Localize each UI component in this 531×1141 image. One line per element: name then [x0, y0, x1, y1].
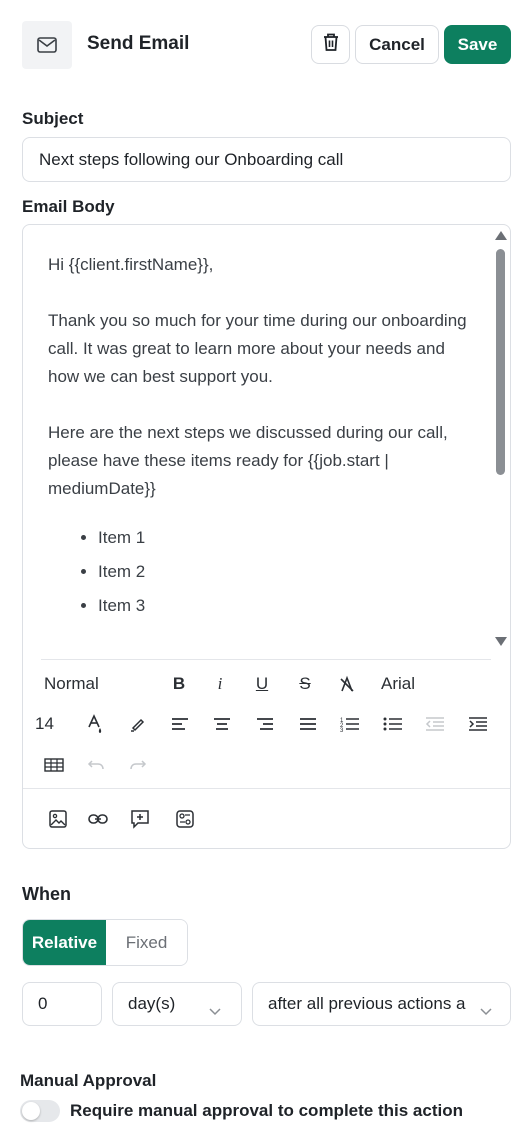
link-icon[interactable] [87, 807, 109, 831]
image-icon[interactable] [47, 807, 69, 831]
align-left-icon[interactable] [169, 712, 191, 736]
chevron-down-icon [480, 1001, 492, 1021]
undo-icon[interactable] [85, 753, 107, 777]
paragraph-1: Thank you so much for your time during o… [48, 311, 467, 386]
ordered-list-icon[interactable]: 123 [339, 712, 361, 736]
manual-approval-toggle[interactable] [20, 1100, 60, 1122]
underline-icon[interactable]: U [251, 672, 273, 696]
text-color-icon[interactable] [84, 712, 106, 736]
redo-icon[interactable] [127, 753, 149, 777]
unit-select[interactable]: day(s) [112, 982, 242, 1026]
editor-content[interactable]: Hi {{client.firstName}}, Thank you so mu… [48, 251, 478, 623]
fixed-option[interactable]: Fixed [106, 920, 187, 965]
mail-icon [22, 21, 72, 69]
email-body-editor: Hi {{client.firstName}}, Thank you so mu… [22, 224, 511, 849]
toggle-knob [22, 1102, 40, 1120]
cancel-button[interactable]: Cancel [355, 25, 439, 64]
when-mode-toggle: Relative Fixed [22, 919, 188, 966]
bold-icon[interactable]: B [168, 672, 190, 696]
font-size-select[interactable]: 14 [35, 712, 54, 736]
italic-icon[interactable]: i [209, 672, 231, 696]
toolbar-divider [41, 659, 491, 660]
insert-comment-icon[interactable] [129, 807, 151, 831]
indent-icon[interactable] [467, 712, 489, 736]
scroll-up-arrow-icon[interactable] [495, 231, 507, 240]
chevron-down-icon [209, 1001, 221, 1021]
page-title: Send Email [87, 33, 190, 54]
svg-text:3: 3 [340, 728, 344, 732]
trash-icon [322, 32, 340, 57]
highlight-icon[interactable] [127, 712, 149, 736]
paragraph-style-select[interactable]: Normal [44, 672, 99, 696]
font-family-select[interactable]: Arial [381, 672, 415, 696]
relative-option[interactable]: Relative [23, 920, 106, 965]
greeting-text: Hi {{client.firstName}}, [48, 255, 214, 274]
delete-button[interactable] [311, 25, 350, 64]
item-list: Item 1 Item 2 Item 3 [98, 521, 478, 623]
insert-bar-divider [23, 788, 510, 789]
editor-scrollbar[interactable] [493, 229, 509, 649]
subject-input[interactable]: Next steps following our Onboarding call [22, 137, 511, 182]
subject-label: Subject [22, 109, 84, 128]
offset-input[interactable]: 0 [22, 982, 102, 1026]
table-icon[interactable] [43, 753, 65, 777]
outdent-icon[interactable] [424, 712, 446, 736]
scroll-down-arrow-icon[interactable] [495, 637, 507, 646]
list-item: Item 3 [98, 589, 478, 623]
when-label: When [22, 884, 71, 904]
manual-approval-toggle-label: Require manual approval to complete this… [70, 1101, 463, 1120]
manual-approval-label: Manual Approval [20, 1071, 157, 1090]
email-body-label: Email Body [22, 197, 115, 216]
align-center-icon[interactable] [211, 712, 233, 736]
template-variable-icon[interactable] [174, 807, 196, 831]
save-button[interactable]: Save [444, 25, 511, 64]
scroll-thumb[interactable] [496, 249, 505, 475]
unit-select-value: day(s) [128, 994, 176, 1013]
paragraph-2: Here are the next steps we discussed dur… [48, 423, 448, 498]
list-item: Item 2 [98, 555, 478, 589]
list-item: Item 1 [98, 521, 478, 555]
header: Send Email Cancel Save [0, 0, 531, 90]
anchor-select[interactable]: after all previous actions a [252, 982, 511, 1026]
strikethrough-icon[interactable]: S [294, 672, 316, 696]
clear-format-icon[interactable] [336, 672, 358, 696]
anchor-select-value: after all previous actions a [268, 994, 466, 1013]
bullet-list-icon[interactable] [382, 712, 404, 736]
align-justify-icon[interactable] [297, 712, 319, 736]
align-right-icon[interactable] [254, 712, 276, 736]
